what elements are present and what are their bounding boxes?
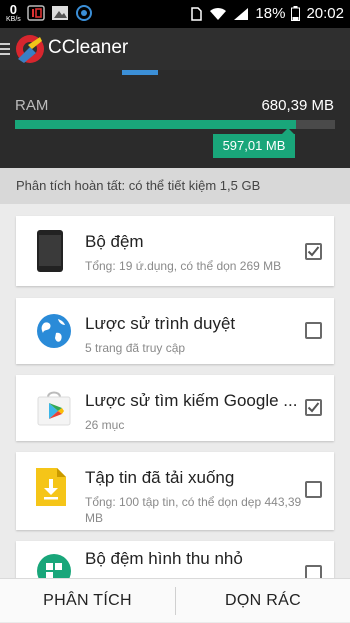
status-bar: 0 KB/s 18% 20:02 bbox=[0, 0, 350, 28]
ram-total: 680,39 MB bbox=[261, 97, 334, 114]
list-item-google-search-history[interactable]: Lược sử tìm kiếm Google ... 26 mục bbox=[16, 375, 334, 441]
network-speed-value: 0 bbox=[9, 2, 18, 17]
list-item-cache[interactable]: Bộ đệm Tổng: 19 ứ.dụng, có thể dọn 269 M… bbox=[16, 216, 334, 286]
analyze-button[interactable]: PHÂN TÍCH bbox=[0, 579, 175, 623]
list-item-browser-history[interactable]: Lược sử trình duyệt 5 trang đã truy cập bbox=[16, 298, 334, 364]
phone-icon bbox=[37, 230, 63, 272]
item-subtitle: Tổng: 100 tập tin, có thể dọn dẹp 443,39… bbox=[85, 495, 302, 525]
ram-panel: RAM 680,39 MB 597,01 MB bbox=[0, 70, 350, 168]
battery-icon bbox=[291, 6, 301, 21]
ram-label: RAM bbox=[15, 97, 49, 114]
signal-icon bbox=[234, 7, 249, 20]
item-title: Tập tin đã tải xuống bbox=[85, 468, 235, 487]
network-speed-unit: KB/s bbox=[6, 16, 21, 23]
bottom-action-bar: PHÂN TÍCH DỌN RÁC bbox=[0, 578, 350, 622]
analysis-summary: Phân tích hoàn tất: có thể tiết kiệm 1,5… bbox=[0, 168, 350, 204]
app-bar: CCleaner bbox=[0, 28, 350, 70]
check-icon bbox=[307, 246, 320, 257]
ccleaner-notification-icon bbox=[75, 5, 92, 21]
globe-icon bbox=[37, 314, 71, 348]
item-checkbox[interactable] bbox=[305, 243, 322, 260]
item-subtitle: 26 mục bbox=[85, 418, 125, 432]
item-title: Bộ đệm hình thu nhỏ bbox=[85, 549, 243, 568]
check-icon bbox=[307, 402, 320, 413]
clean-button[interactable]: DỌN RÁC bbox=[176, 579, 350, 623]
list-item-downloaded-files[interactable]: Tập tin đã tải xuống Tổng: 100 tập tin, … bbox=[16, 452, 334, 530]
clock: 20:02 bbox=[306, 5, 344, 22]
sim-icon bbox=[191, 6, 203, 21]
menu-icon[interactable] bbox=[0, 40, 10, 58]
network-speed: 0 KB/s bbox=[6, 3, 21, 23]
status-left: 0 KB/s bbox=[6, 3, 93, 23]
notification-18-icon bbox=[27, 5, 45, 21]
item-checkbox[interactable] bbox=[305, 322, 322, 339]
item-title: Bộ đệm bbox=[85, 232, 144, 251]
status-right: 18% 20:02 bbox=[189, 5, 344, 22]
item-title: Lược sử tìm kiếm Google ... bbox=[85, 391, 298, 410]
ram-used-badge: 597,01 MB bbox=[213, 128, 295, 158]
tab-indicator bbox=[122, 70, 158, 75]
item-checkbox[interactable] bbox=[305, 481, 322, 498]
battery-percent: 18% bbox=[255, 5, 286, 22]
item-subtitle: 5 trang đã truy cập bbox=[85, 341, 186, 355]
ccleaner-logo bbox=[16, 35, 44, 63]
image-icon bbox=[51, 6, 68, 20]
item-checkbox[interactable] bbox=[305, 399, 322, 416]
item-subtitle: Tổng: 19 ứ.dụng, có thể dọn 269 MB bbox=[85, 259, 282, 273]
play-store-icon bbox=[37, 391, 71, 426]
download-file-icon bbox=[36, 468, 66, 506]
item-title: Lược sử trình duyệt bbox=[85, 314, 236, 333]
ram-usage-fill bbox=[15, 120, 296, 129]
wifi-icon bbox=[210, 7, 227, 20]
app-title: CCleaner bbox=[48, 37, 129, 58]
